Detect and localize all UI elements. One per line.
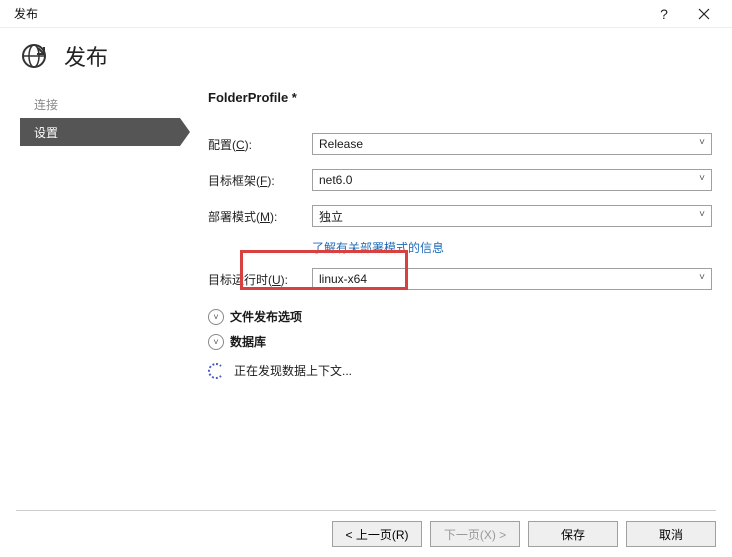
label-deployment-mode: 部署模式(M):: [208, 208, 312, 225]
loading-row: 正在发现数据上下文...: [208, 362, 712, 379]
label-target-framework: 目标框架(F):: [208, 172, 312, 189]
row-configuration: 配置(C): Release: [208, 131, 712, 157]
sidebar: 连接 设置: [20, 90, 180, 520]
row-target-framework: 目标框架(F): net6.0: [208, 167, 712, 193]
sidebar-item-label: 连接: [34, 96, 58, 113]
main-panel: FolderProfile * 配置(C): Release 目标框架(F): …: [180, 90, 712, 520]
select-target-runtime[interactable]: linux-x64: [312, 268, 712, 290]
footer-buttons: < 上一页(R) 下一页(X) > 保存 取消: [16, 510, 716, 547]
expander-database[interactable]: ˅ 数据库: [208, 333, 712, 350]
select-deployment-mode[interactable]: 独立: [312, 205, 712, 227]
sidebar-item-label: 设置: [34, 124, 58, 141]
dialog-title: 发布: [64, 40, 108, 72]
expander-file-publish[interactable]: ˅ 文件发布选项: [208, 308, 712, 325]
select-configuration[interactable]: Release: [312, 133, 712, 155]
globe-arrow-icon: [20, 42, 48, 70]
titlebar: 发布 ?: [0, 0, 732, 28]
row-deployment-mode: 部署模式(M): 独立: [208, 203, 712, 229]
label-target-runtime: 目标运行时(U):: [208, 271, 312, 288]
dialog-header: 发布: [0, 28, 732, 90]
close-button[interactable]: [684, 0, 724, 28]
chevron-down-icon: ˅: [208, 309, 224, 325]
window-title: 发布: [14, 5, 38, 22]
spinner-icon: [208, 363, 224, 379]
loading-text: 正在发现数据上下文...: [234, 362, 352, 379]
save-button[interactable]: 保存: [528, 521, 618, 547]
chevron-down-icon: ˅: [208, 334, 224, 350]
label-configuration: 配置(C):: [208, 136, 312, 153]
close-icon: [698, 8, 710, 20]
link-deployment-info[interactable]: 了解有关部署模式的信息: [312, 241, 444, 255]
select-target-framework[interactable]: net6.0: [312, 169, 712, 191]
expander-label: 文件发布选项: [230, 308, 302, 325]
row-deployment-link: 了解有关部署模式的信息: [312, 239, 712, 256]
sidebar-item-settings[interactable]: 设置: [20, 118, 180, 146]
prev-button[interactable]: < 上一页(R): [332, 521, 422, 547]
sidebar-item-connection[interactable]: 连接: [20, 90, 180, 118]
row-target-runtime: 目标运行时(U): linux-x64: [208, 266, 712, 292]
cancel-button[interactable]: 取消: [626, 521, 716, 547]
next-button: 下一页(X) >: [430, 521, 520, 547]
help-button[interactable]: ?: [644, 0, 684, 28]
expander-label: 数据库: [230, 333, 266, 350]
profile-name: FolderProfile *: [208, 90, 712, 105]
